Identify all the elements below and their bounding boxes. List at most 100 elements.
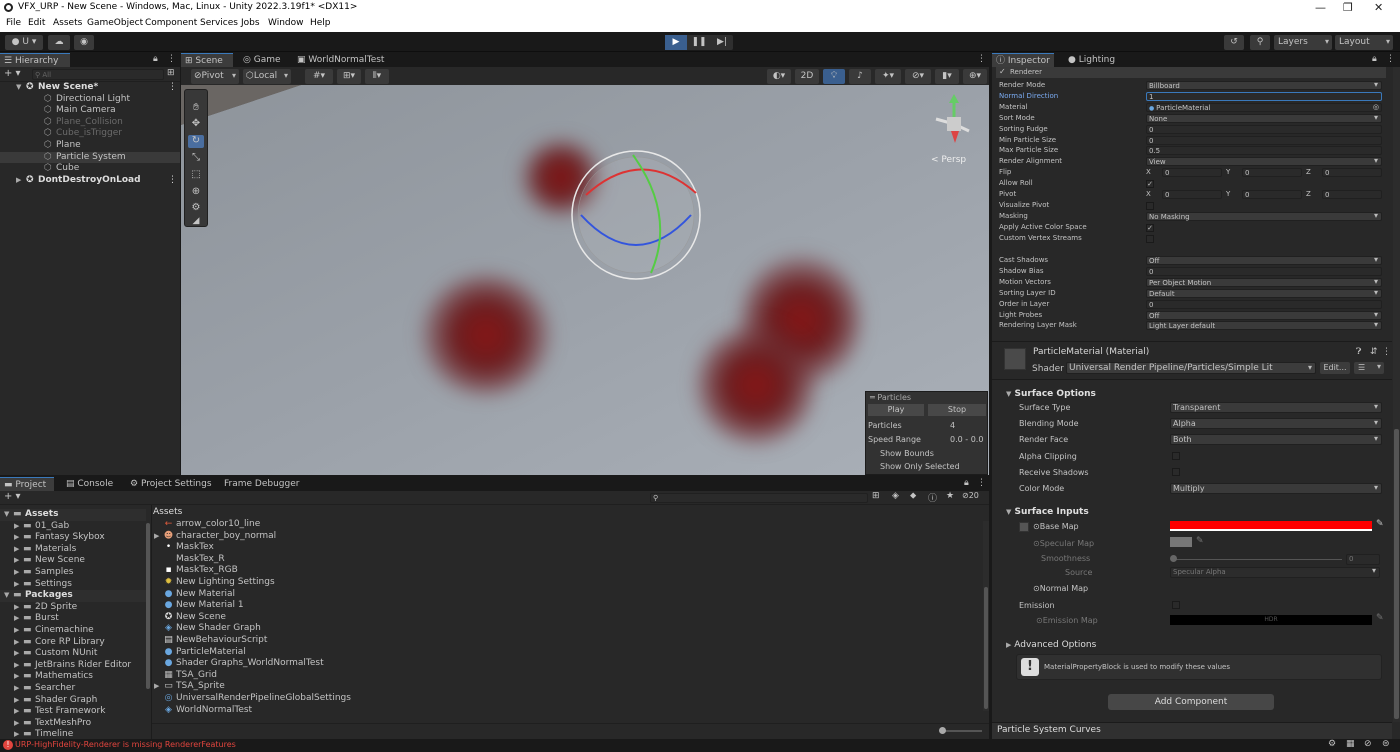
expand-arrow-icon[interactable]: ▶	[14, 613, 19, 625]
folder-item[interactable]: ▶ ▬ Burst	[0, 613, 146, 625]
search-by-type-icon[interactable]: ⊞	[872, 491, 880, 501]
smoothness-slider[interactable]	[1172, 559, 1342, 560]
folder-item[interactable]: ▶ ▬ Timeline	[0, 729, 146, 739]
asset-scrollbar[interactable]	[983, 521, 989, 711]
effects-toggle-icon[interactable]: ✦▾	[875, 69, 901, 84]
tab-console[interactable]: ▤ Console	[62, 477, 122, 491]
surface-option-dropdown[interactable]: Multiply	[1170, 483, 1382, 494]
surface-option-dropdown[interactable]: Both	[1170, 434, 1382, 446]
inspector-scrollbar[interactable]	[1393, 67, 1400, 722]
base-color-swatch[interactable]	[1170, 521, 1372, 531]
more-icon[interactable]: ⋮	[168, 82, 177, 93]
asset-item[interactable]: ▶ ▭ TSA_Sprite	[152, 681, 972, 693]
menu-window[interactable]: Window	[268, 18, 304, 28]
show-only-selected-toggle[interactable]: Show Only Selected	[880, 462, 960, 471]
folder-item[interactable]: ▶ ▬ Materials	[0, 544, 146, 556]
asset-item[interactable]: ◈ WorldNormalTest	[152, 705, 972, 717]
emission-checkbox[interactable]	[1172, 601, 1180, 609]
draw-mode-icon[interactable]: ◐▾	[767, 69, 791, 84]
smoothness-slider-thumb[interactable]	[1170, 555, 1177, 562]
more-icon[interactable]: ⋮	[977, 54, 986, 64]
more-icon[interactable]: ⋮	[1386, 54, 1395, 64]
edit-shader-button[interactable]: Edit...	[1320, 362, 1350, 374]
field-dropdown[interactable]: View	[1146, 157, 1382, 167]
asset-item[interactable]: ▤ NewBehaviourScript	[152, 635, 972, 647]
label-icon[interactable]: ⬥	[910, 491, 916, 501]
tab-project-settings[interactable]: ⚙ Project Settings	[126, 477, 218, 491]
expand-arrow-icon[interactable]: ▶	[14, 706, 19, 718]
asset-item[interactable]: • MaskTex	[152, 542, 972, 554]
more-icon[interactable]: ⋮	[167, 54, 176, 64]
eyedropper-icon[interactable]: ✎	[1376, 613, 1384, 623]
expand-arrow-icon[interactable]: ▼	[16, 82, 21, 93]
field-input[interactable]: 0	[1146, 266, 1382, 276]
menu-assets[interactable]: Assets	[53, 18, 82, 28]
favorite-icon[interactable]: ★	[946, 491, 954, 501]
expand-arrow-icon[interactable]: ▶	[14, 637, 19, 649]
search-icon[interactable]: ⚲	[1250, 35, 1270, 50]
folder-item[interactable]: ▶ ▬ Core RP Library	[0, 637, 146, 649]
field-dropdown[interactable]: Off	[1146, 256, 1382, 265]
expand-arrow-icon[interactable]: ▶	[14, 544, 19, 556]
menu-edit[interactable]: Edit	[28, 18, 45, 28]
play-button[interactable]: ▶	[665, 35, 687, 50]
object-picker-icon[interactable]: ◎	[1373, 103, 1379, 111]
surface-option-checkbox[interactable]	[1172, 467, 1180, 476]
expand-arrow-icon[interactable]: ▼	[4, 590, 9, 602]
axis-y-input[interactable]: 0	[1242, 190, 1302, 199]
hierarchy-item[interactable]: ⬡ Cube_isTrigger	[0, 128, 180, 139]
eyedropper-icon[interactable]: ✎	[1376, 519, 1384, 529]
folder-item[interactable]: ▶ ▬ Mathematics	[0, 671, 146, 683]
field-checkbox[interactable]: ✓	[1146, 180, 1154, 189]
axis-x-input[interactable]: 0	[1162, 168, 1222, 178]
folder-item[interactable]: ▶ ▬ Samples	[0, 567, 146, 579]
layout-dropdown[interactable]: Layout	[1335, 34, 1393, 50]
camera-icon[interactable]: ▮▾	[935, 69, 959, 84]
renderer-module-header[interactable]: ✓ Renderer	[996, 67, 1386, 78]
material-object-field[interactable]: ● ParticleMaterial ◎	[1146, 102, 1382, 112]
hierarchy-item[interactable]: ⬡ Main Camera	[0, 105, 180, 116]
asset-item[interactable]: ● ParticleMaterial	[152, 647, 972, 659]
project-search-input[interactable]: ⚲	[650, 493, 868, 503]
field-dropdown[interactable]: Default	[1146, 288, 1382, 298]
search-by-label-icon[interactable]: ◈	[892, 491, 899, 501]
field-dropdown[interactable]: Billboard	[1146, 81, 1382, 90]
surface-option-dropdown[interactable]: Alpha	[1170, 418, 1382, 430]
collab-icon[interactable]: ◉	[74, 35, 94, 50]
particles-play-button[interactable]: Play	[868, 404, 924, 416]
show-bounds-toggle[interactable]: Show Bounds	[880, 449, 934, 458]
folder-item[interactable]: ▼ ▬ Assets	[0, 509, 146, 521]
audio-toggle-icon[interactable]: ♪	[849, 69, 871, 84]
tab-lighting[interactable]: ● Lighting	[1064, 53, 1124, 67]
expand-arrow-icon[interactable]: ▶	[14, 648, 19, 660]
lighting-toggle-icon[interactable]: 💡︎	[823, 69, 845, 84]
folder-item[interactable]: ▼ ▬ Packages	[0, 590, 146, 602]
folder-item[interactable]: ▶ ▬ Test Framework	[0, 706, 146, 718]
presets-icon[interactable]: ⇵	[1370, 347, 1378, 357]
local-dropdown[interactable]: ⬡Local	[243, 68, 291, 84]
folder-item[interactable]: ▶ ▬ Searcher	[0, 683, 146, 695]
custom-tool-icon[interactable]: ⚙	[188, 202, 204, 215]
particles-stop-button[interactable]: Stop	[928, 404, 986, 416]
transform-tool-icon[interactable]: ⊕	[188, 186, 204, 199]
tab-scene[interactable]: ⊞ Scene	[181, 53, 233, 67]
asset-item[interactable]: MaskTex_R	[152, 554, 972, 566]
folder-item[interactable]: ▶ ▬ Fantasy Skybox	[0, 532, 146, 544]
field-dropdown[interactable]: None	[1146, 113, 1382, 123]
tab-game[interactable]: ◎ Game	[239, 53, 287, 67]
emission-color-swatch[interactable]: HDR	[1170, 615, 1372, 625]
expand-arrow-icon[interactable]: ▼	[4, 509, 9, 521]
icon-size-slider[interactable]	[942, 730, 982, 732]
asset-item[interactable]: ▦ TSA_Grid	[152, 670, 972, 682]
hierarchy-item[interactable]: ▼ ✪ New Scene* ⋮	[0, 82, 180, 93]
curves-panel-header[interactable]: Particle System Curves	[992, 722, 1392, 739]
progress-icon[interactable]: ⚙	[1328, 739, 1336, 749]
lock-icon[interactable]: 🔒︎	[153, 54, 158, 64]
asset-item[interactable]: ✪ New Scene	[152, 612, 972, 624]
step-button[interactable]: ▶|	[711, 35, 733, 50]
create-asset-button[interactable]: + ▾	[4, 491, 21, 502]
error-icon[interactable]: !	[3, 740, 13, 750]
folder-item[interactable]: ▶ ▬ Settings	[0, 579, 146, 591]
tree-scrollbar[interactable]	[146, 507, 151, 707]
more-icon[interactable]: ⋮	[1382, 347, 1391, 357]
